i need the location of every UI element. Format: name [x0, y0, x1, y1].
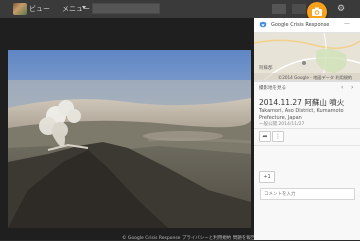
- chevron-right-icon[interactable]: ›: [351, 84, 353, 91]
- location-map[interactable]: 阿蘇郡: [254, 33, 360, 80]
- minimize-icon[interactable]: —: [344, 20, 350, 27]
- toolbar-button[interactable]: [292, 4, 306, 14]
- panel-header: Google Crisis Response —: [254, 18, 360, 33]
- photo-viewer: [0, 18, 254, 240]
- map-place-label: 阿蘇郡: [259, 66, 273, 71]
- comment-input[interactable]: [260, 188, 355, 200]
- search-input[interactable]: [92, 3, 160, 14]
- photo-thumbnail-icon[interactable]: [13, 3, 27, 15]
- info-panel: Google Crisis Response — 阿蘇郡 ©2014 Googl…: [254, 18, 360, 240]
- chevron-left-icon[interactable]: ‹: [341, 84, 343, 91]
- more-icon: ⋮: [275, 133, 281, 140]
- top-bar: ビュー メニュー ⚙: [0, 0, 360, 22]
- chevron-down-icon[interactable]: [82, 6, 86, 9]
- google-crisis-response-icon: [259, 21, 267, 28]
- photo-meta: 一般公開 2014/11/27: [259, 122, 305, 127]
- viewer-footer: © Google Crisis Response プライバシーと利用規約 問題を…: [122, 236, 256, 241]
- photo-nav-row: 撮影地を見る ‹ ›: [254, 82, 360, 94]
- photo-title: 2014.11.27 阿蘇山 噴火: [259, 98, 345, 107]
- share-icon: ➦: [262, 133, 268, 140]
- divider: [254, 145, 360, 146]
- divider: [254, 128, 360, 129]
- map-image: [254, 33, 360, 80]
- plus-one-button[interactable]: +1: [259, 171, 275, 183]
- view-location-link[interactable]: 撮影地を見る: [259, 85, 286, 91]
- gear-icon[interactable]: ⚙: [337, 4, 345, 14]
- volcano-photo[interactable]: [8, 50, 251, 228]
- view-menu[interactable]: ビュー: [29, 4, 50, 14]
- photo-image: [8, 50, 251, 228]
- panel-header-title[interactable]: Google Crisis Response: [271, 22, 329, 28]
- share-button[interactable]: ➦: [259, 131, 271, 142]
- more-button[interactable]: ⋮: [272, 131, 284, 142]
- toolbar-button[interactable]: [272, 4, 286, 14]
- photo-location[interactable]: Takamori, Aso District, Kumamoto Prefect…: [259, 108, 357, 121]
